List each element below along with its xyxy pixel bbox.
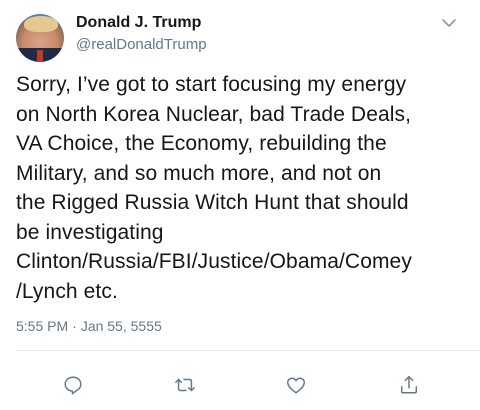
tweet-time[interactable]: 5:55 PM xyxy=(16,318,68,334)
heart-icon xyxy=(287,377,305,394)
action-bar xyxy=(0,370,480,400)
chevron-down-icon[interactable] xyxy=(440,14,458,32)
avatar-hair xyxy=(24,16,58,32)
share-button[interactable] xyxy=(394,370,424,400)
avatar[interactable] xyxy=(16,14,64,62)
retweet-icon xyxy=(175,378,195,392)
meta-separator: · xyxy=(72,318,77,334)
share-icon xyxy=(400,376,418,394)
author-name[interactable]: Donald J. Trump xyxy=(76,14,201,32)
like-button[interactable] xyxy=(281,370,311,400)
author-handle[interactable]: @realDonaldTrump xyxy=(76,36,207,53)
tweet-meta: 5:55 PM · Jan 55, 5555 xyxy=(16,318,162,334)
tweet-date[interactable]: Jan 55, 5555 xyxy=(81,318,162,334)
tweet-text: Sorry, I’ve got to start focusing my ene… xyxy=(16,73,412,303)
reply-icon xyxy=(64,376,82,395)
divider xyxy=(16,350,480,351)
retweet-button[interactable] xyxy=(170,370,200,400)
tweet-card: Donald J. Trump @realDonaldTrump Sorry, … xyxy=(0,0,480,410)
reply-button[interactable] xyxy=(58,370,88,400)
avatar-tie xyxy=(37,50,43,62)
